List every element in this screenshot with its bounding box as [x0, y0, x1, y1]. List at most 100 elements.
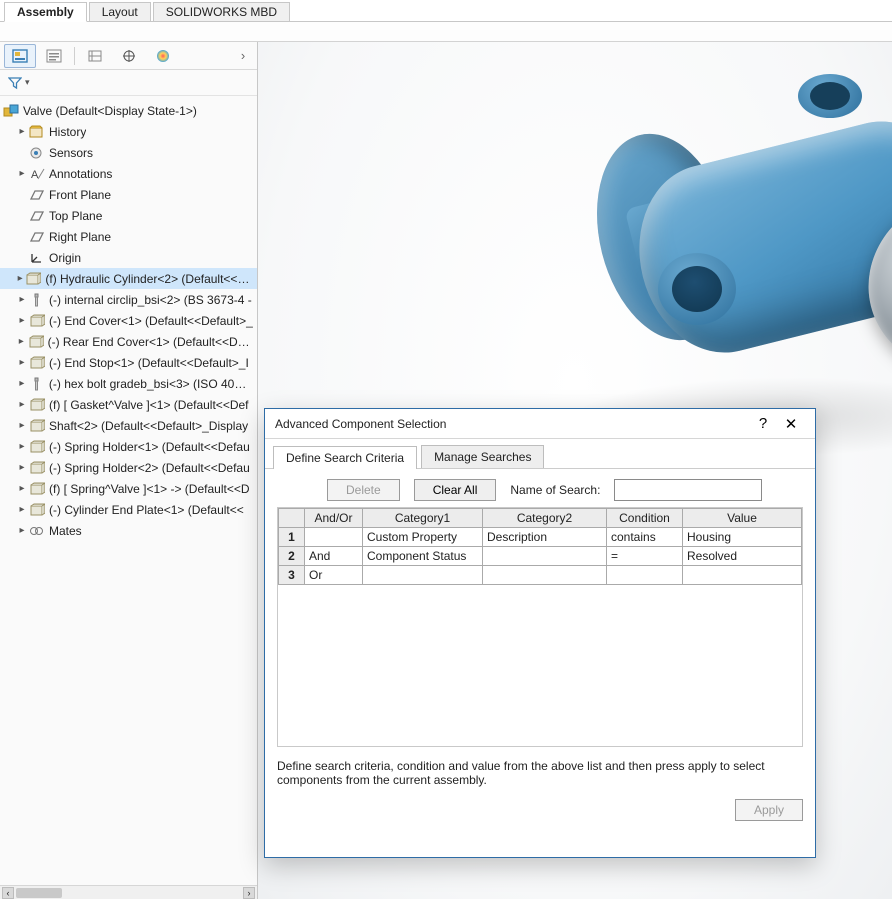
tree-item[interactable]: ▸AAnnotations	[0, 163, 257, 184]
tab-define-search[interactable]: Define Search Criteria	[273, 446, 417, 469]
tab-assembly[interactable]: Assembly	[4, 2, 87, 22]
fastener-icon	[28, 376, 46, 392]
cell-value[interactable]: Housing	[683, 528, 802, 547]
tree-caret-icon[interactable]: ▸	[16, 294, 28, 305]
tree-item-label: Mates	[49, 524, 82, 538]
tree-item[interactable]: ▸ (f) Hydraulic Cylinder<2> (Default<<Def…	[0, 268, 257, 289]
cell-andor[interactable]	[305, 528, 363, 547]
row-number[interactable]: 3	[279, 566, 305, 585]
scroll-thumb[interactable]	[16, 888, 62, 898]
clear-all-button[interactable]: Clear All	[414, 479, 497, 501]
valve-model[interactable]	[558, 72, 892, 452]
grid-row[interactable]: 3Or	[279, 566, 802, 585]
tree-item[interactable]: Front Plane	[0, 184, 257, 205]
cell-andor[interactable]: Or	[305, 566, 363, 585]
tree-item[interactable]: ▸(-) Spring Holder<1> (Default<<Defau	[0, 436, 257, 457]
cell-category1[interactable]: Custom Property	[363, 528, 483, 547]
tree-item[interactable]: ▸History	[0, 121, 257, 142]
tree-item[interactable]: ▸(f) [ Gasket^Valve ]<1> (Default<<Def	[0, 394, 257, 415]
tree-caret-icon[interactable]: ▸	[16, 126, 28, 137]
tree-caret-icon[interactable]: ▸	[16, 273, 24, 284]
delete-button[interactable]: Delete	[327, 479, 400, 501]
panel-expand-icon[interactable]: ›	[233, 44, 253, 68]
cell-category2[interactable]	[483, 547, 607, 566]
tree-item[interactable]: ▸(-) Rear End Cover<1> (Default<<Default…	[0, 331, 257, 352]
tree-caret-icon[interactable]: ▸	[16, 525, 28, 536]
tree-item[interactable]: Origin	[0, 247, 257, 268]
col-category2[interactable]: Category2	[483, 509, 607, 528]
tree-caret-icon[interactable]: ▸	[16, 399, 28, 410]
cell-andor[interactable]: And	[305, 547, 363, 566]
dialog-body: Delete Clear All Name of Search: And/Or …	[265, 469, 815, 857]
fastener-icon	[28, 292, 46, 308]
part-icon	[28, 313, 46, 329]
tree-item[interactable]: Sensors	[0, 142, 257, 163]
tree-caret-icon[interactable]: ▸	[16, 357, 28, 368]
cell-condition[interactable]: =	[607, 547, 683, 566]
tree-caret-icon[interactable]: ▸	[16, 441, 28, 452]
dialog-close-button[interactable]: ✕	[777, 412, 805, 436]
tree-caret-icon[interactable]: ▸	[16, 378, 28, 389]
tree-item[interactable]: ▸(-) Cylinder End Plate<1> (Default<<	[0, 499, 257, 520]
display-manager-tab[interactable]	[147, 44, 179, 68]
tree-item[interactable]: ▸(-) hex bolt gradeb_bsi<3> (ISO 4015 -	[0, 373, 257, 394]
grid-row[interactable]: 1 Custom PropertyDescriptioncontainsHousi…	[279, 528, 802, 547]
col-category1[interactable]: Category1	[363, 509, 483, 528]
part-icon	[28, 355, 46, 371]
tab-mbd[interactable]: SOLIDWORKS MBD	[153, 2, 290, 21]
tree-item[interactable]: ▸(-) End Cover<1> (Default<<Default>_	[0, 310, 257, 331]
tree-horizontal-scrollbar[interactable]: ‹ ›	[0, 885, 257, 899]
dialog-titlebar[interactable]: Advanced Component Selection ? ✕	[265, 409, 815, 439]
tab-manage-searches[interactable]: Manage Searches	[421, 445, 544, 468]
tree-caret-icon[interactable]: ▸	[16, 462, 28, 473]
dimxpert-manager-tab[interactable]	[113, 44, 145, 68]
tree-item[interactable]: ▸ Mates	[0, 520, 257, 541]
configuration-manager-tab[interactable]	[79, 44, 111, 68]
scroll-left-icon[interactable]: ‹	[2, 887, 14, 899]
tree-root[interactable]: Valve (Default<Display State-1>)	[0, 100, 257, 121]
cell-category1[interactable]	[363, 566, 483, 585]
tree-item[interactable]: ▸(-) internal circlip_bsi<2> (BS 3673-4 …	[0, 289, 257, 310]
dialog-title: Advanced Component Selection	[275, 417, 446, 431]
tree-caret-icon[interactable]: ▸	[16, 483, 28, 494]
tree-item[interactable]: Right Plane	[0, 226, 257, 247]
cell-category1[interactable]: Component Status	[363, 547, 483, 566]
cell-value[interactable]	[683, 566, 802, 585]
tree-item[interactable]: ▸(-) End Stop<1> (Default<<Default>_I	[0, 352, 257, 373]
tree-caret-icon[interactable]: ▸	[16, 420, 28, 431]
apply-button[interactable]: Apply	[735, 799, 803, 821]
col-andor[interactable]: And/Or	[305, 509, 363, 528]
col-condition[interactable]: Condition	[607, 509, 683, 528]
tree-caret-icon[interactable]: ▸	[16, 168, 28, 179]
name-of-search-input[interactable]	[614, 479, 762, 501]
feature-manager-tab[interactable]	[4, 44, 36, 68]
tree-item-label: (f) Hydraulic Cylinder<2> (Default<<Defa…	[45, 272, 253, 286]
filter-dropdown-icon[interactable]: ▾	[25, 77, 30, 88]
cell-value[interactable]: Resolved	[683, 547, 802, 566]
cell-condition[interactable]	[607, 566, 683, 585]
col-rownum[interactable]	[279, 509, 305, 528]
cell-category2[interactable]	[483, 566, 607, 585]
tree-item[interactable]: ▸(f) [ Spring^Valve ]<1> -> (Default<<D	[0, 478, 257, 499]
row-number[interactable]: 2	[279, 547, 305, 566]
annot-icon: A	[28, 166, 46, 182]
tab-layout[interactable]: Layout	[89, 2, 151, 21]
criteria-grid[interactable]: And/Or Category1 Category2 Condition Val…	[278, 508, 802, 585]
tree-caret-icon[interactable]: ▸	[16, 504, 28, 515]
tree-item[interactable]: ▸Shaft<2> (Default<<Default>_Display	[0, 415, 257, 436]
scroll-right-icon[interactable]: ›	[243, 887, 255, 899]
filter-icon[interactable]	[6, 75, 24, 91]
col-value[interactable]: Value	[683, 509, 802, 528]
cell-condition[interactable]: contains	[607, 528, 683, 547]
tree-caret-icon[interactable]: ▸	[16, 336, 27, 347]
cell-category2[interactable]: Description	[483, 528, 607, 547]
property-manager-tab[interactable]	[38, 44, 70, 68]
tree-item[interactable]: Top Plane	[0, 205, 257, 226]
dialog-help-button[interactable]: ?	[749, 412, 777, 436]
tree-item[interactable]: ▸(-) Spring Holder<2> (Default<<Defau	[0, 457, 257, 478]
row-number[interactable]: 1	[279, 528, 305, 547]
advanced-component-selection-dialog: Advanced Component Selection ? ✕ Define …	[264, 408, 816, 858]
grid-row[interactable]: 2AndComponent Status =Resolved	[279, 547, 802, 566]
tree-caret-icon[interactable]: ▸	[16, 315, 28, 326]
feature-tree[interactable]: Valve (Default<Display State-1>) ▸Histor…	[0, 96, 257, 885]
